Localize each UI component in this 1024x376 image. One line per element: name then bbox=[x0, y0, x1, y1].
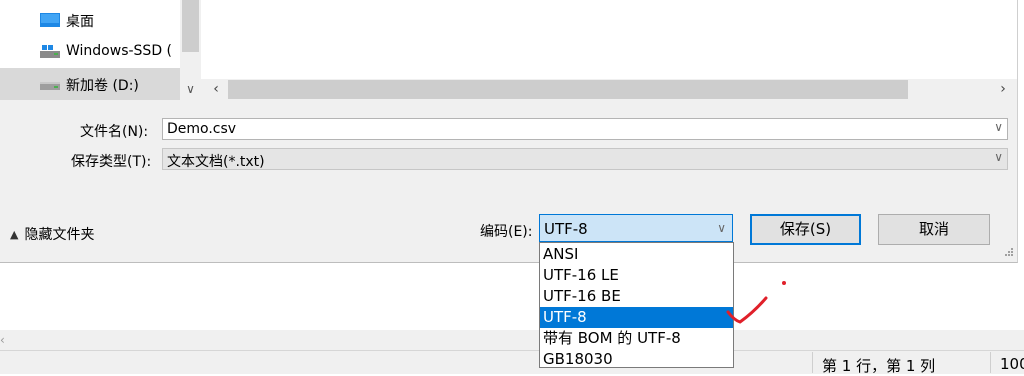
chevron-down-icon[interactable]: ∨ bbox=[717, 221, 726, 235]
encoding-option-utf8-bom[interactable]: 带有 BOM 的 UTF-8 bbox=[540, 328, 733, 349]
desktop-icon bbox=[40, 13, 60, 27]
resize-grip-icon[interactable] bbox=[1000, 245, 1014, 259]
chevron-down-icon[interactable]: ∨ bbox=[182, 80, 199, 98]
nav-item-windows-ssd[interactable]: Windows-SSD ( bbox=[0, 36, 180, 68]
hide-folders-button[interactable]: ▲ 隐藏文件夹 bbox=[10, 223, 94, 245]
navigation-pane: 桌面 Windows-SSD ( 新加卷 (D:) bbox=[0, 0, 180, 100]
hscrollbar-thumb[interactable] bbox=[228, 80, 908, 99]
file-type-value: 文本文档(*.txt) bbox=[167, 154, 265, 170]
chevron-left-icon[interactable]: ‹ bbox=[207, 80, 225, 99]
chevron-left-icon[interactable]: ‹ bbox=[0, 331, 14, 349]
hide-folders-label: 隐藏文件夹 bbox=[24, 227, 95, 243]
encoding-option-gb18030[interactable]: GB18030 bbox=[540, 349, 733, 370]
file-type-select[interactable]: 文本文档(*.txt) ∨ bbox=[162, 148, 1008, 170]
encoding-option-ansi[interactable]: ANSI bbox=[540, 244, 733, 265]
status-divider bbox=[990, 352, 991, 373]
file-type-label: 保存类型(T): bbox=[71, 154, 152, 170]
filename-value: Demo.csv bbox=[167, 121, 237, 137]
chevron-down-icon[interactable]: ∨ bbox=[994, 150, 1003, 164]
status-divider bbox=[812, 352, 813, 373]
nav-item-label: Windows-SSD ( bbox=[66, 43, 173, 59]
nav-item-label: 新加卷 (D:) bbox=[66, 78, 139, 94]
editor-hscrollbar[interactable] bbox=[0, 330, 1024, 350]
chevron-up-icon: ▲ bbox=[10, 227, 19, 241]
encoding-value: UTF-8 bbox=[544, 220, 588, 238]
chevron-down-icon[interactable]: ∨ bbox=[994, 120, 1003, 134]
nav-item-label: 桌面 bbox=[66, 14, 94, 30]
encoding-label: 编码(E): bbox=[480, 224, 533, 240]
encoding-option-utf8[interactable]: UTF-8 bbox=[540, 307, 733, 328]
nav-item-drive-d[interactable]: 新加卷 (D:) bbox=[0, 68, 180, 100]
encoding-option-utf16le[interactable]: UTF-16 LE bbox=[540, 265, 733, 286]
encoding-dropdown-list: ANSI UTF-16 LE UTF-16 BE UTF-8 带有 BOM 的 … bbox=[539, 242, 734, 368]
zoom-level: 100 bbox=[1000, 355, 1024, 373]
file-list-pane bbox=[201, 0, 1017, 79]
drive-icon bbox=[40, 82, 60, 90]
cancel-button[interactable]: 取消 bbox=[878, 214, 990, 245]
save-button[interactable]: 保存(S) bbox=[750, 214, 861, 245]
nav-item-desktop[interactable]: 桌面 bbox=[0, 4, 180, 36]
encoding-select[interactable]: UTF-8 ∨ bbox=[539, 214, 733, 242]
drive-icon bbox=[40, 45, 60, 58]
encoding-option-utf16be[interactable]: UTF-16 BE bbox=[540, 286, 733, 307]
checkmark-annotation-icon bbox=[726, 281, 786, 324]
nav-scrollbar-thumb[interactable] bbox=[182, 0, 199, 52]
filename-field[interactable]: Demo.csv ∨ bbox=[162, 118, 1008, 140]
filename-label: 文件名(N): bbox=[80, 124, 149, 140]
chevron-right-icon[interactable]: › bbox=[994, 80, 1012, 99]
